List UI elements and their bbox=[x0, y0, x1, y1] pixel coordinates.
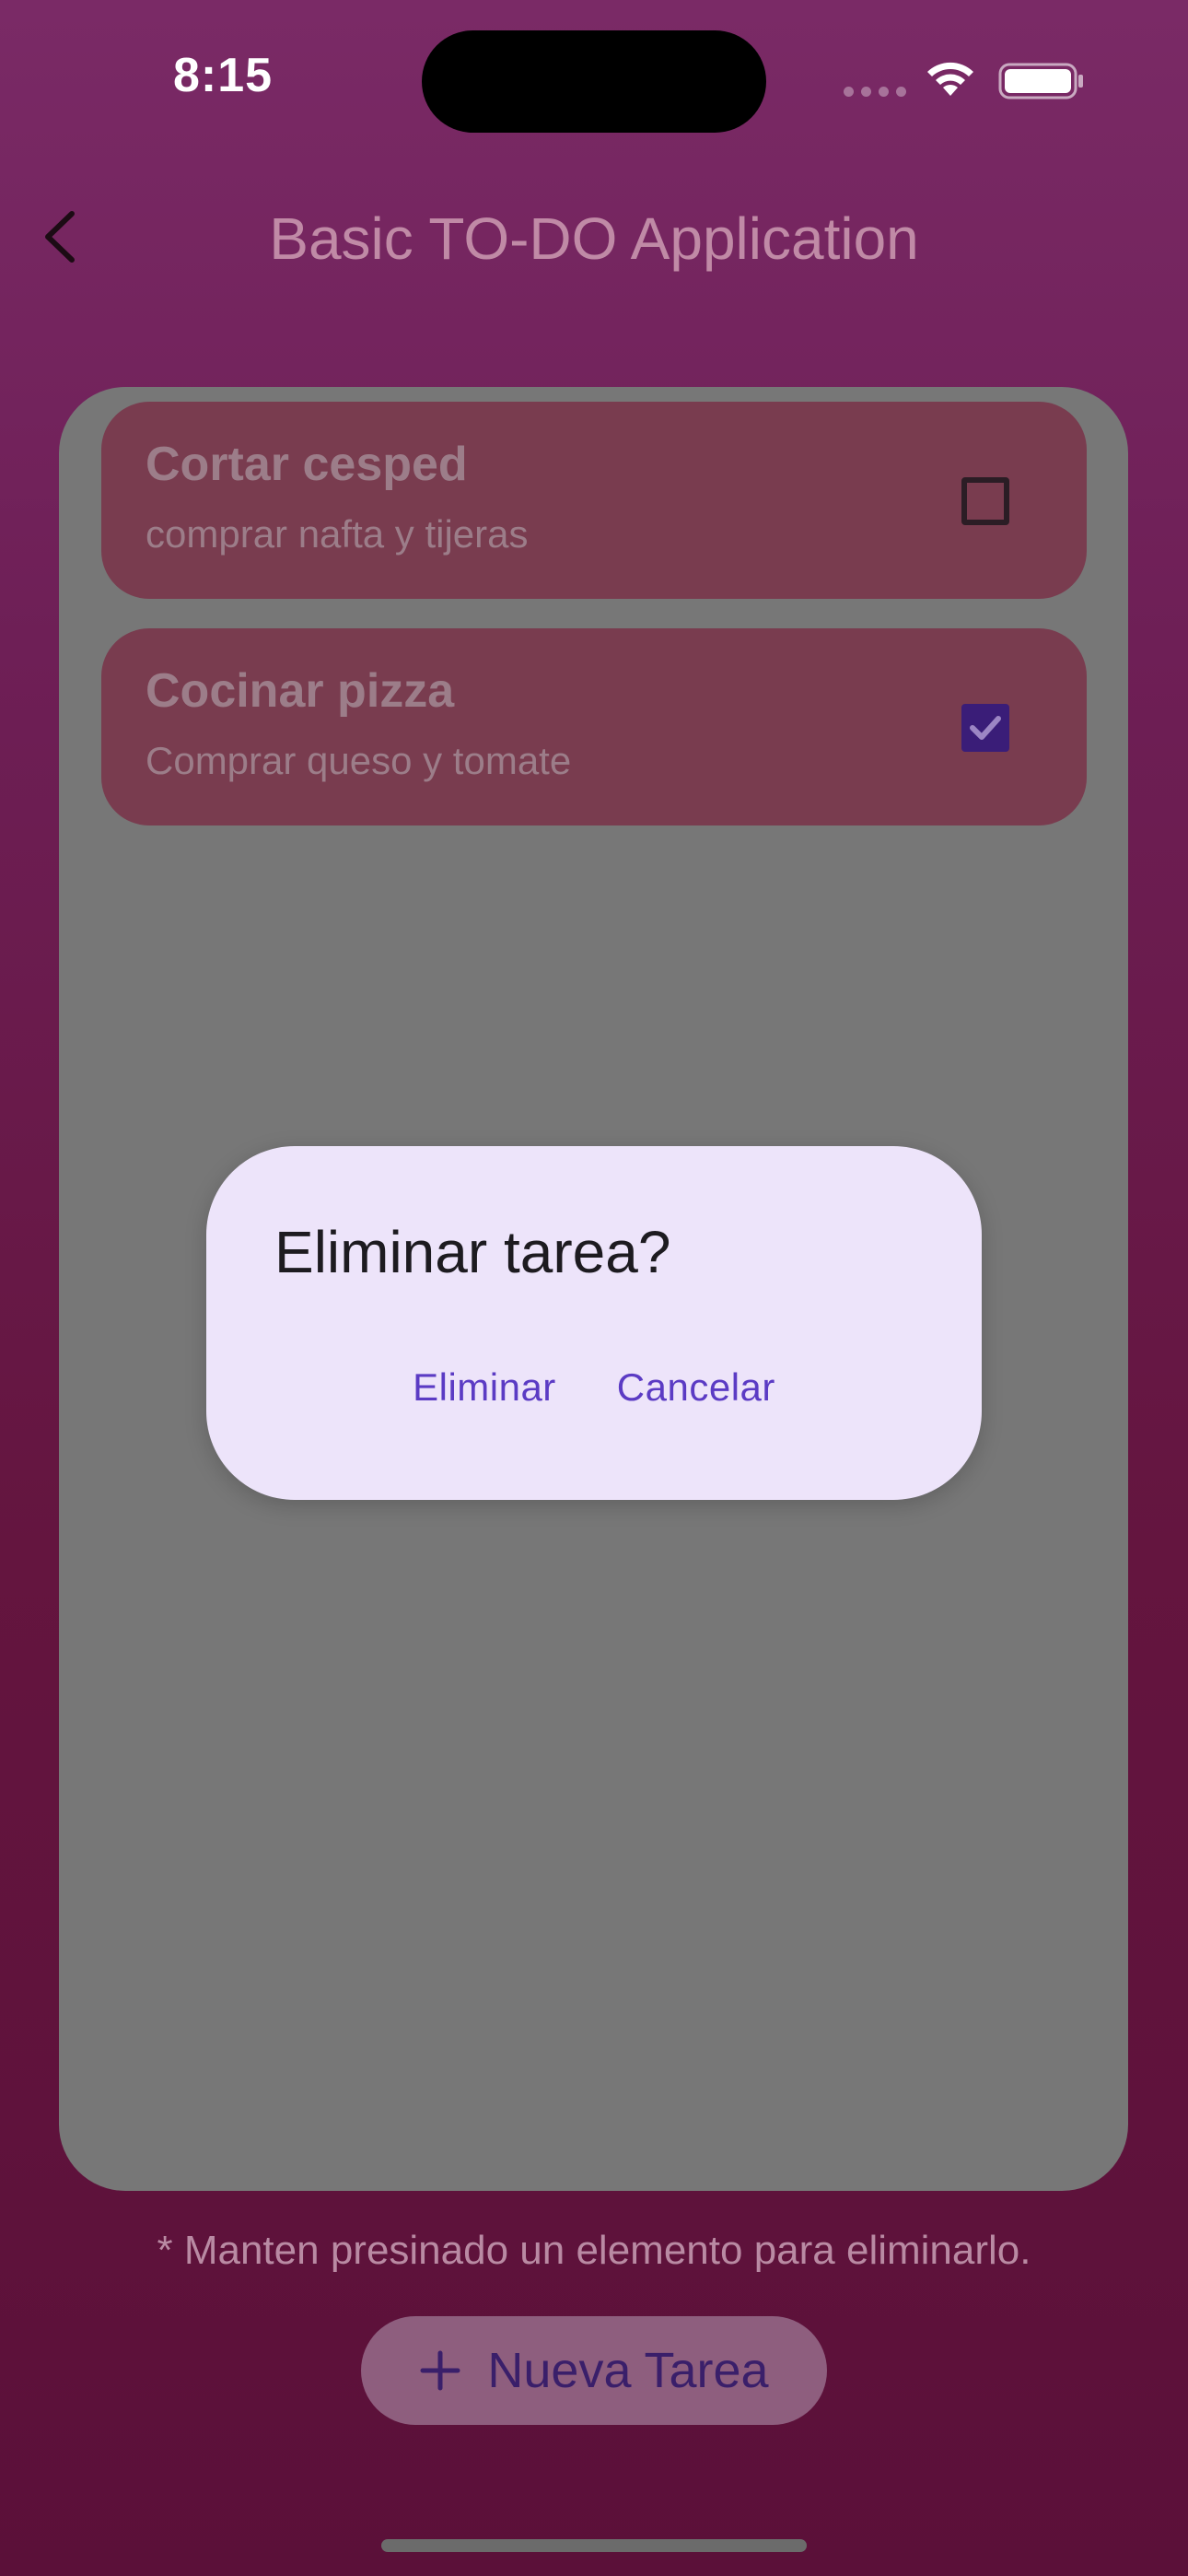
task-item[interactable]: Cocinar pizza Comprar queso y tomate bbox=[101, 628, 1087, 825]
app-screen: 8:15 Basic TO-DO Application Cortar cesp… bbox=[0, 0, 1188, 2576]
battery-icon bbox=[998, 63, 1083, 100]
task-description: comprar nafta y tijeras bbox=[146, 512, 529, 556]
delete-button[interactable]: Eliminar bbox=[413, 1365, 556, 1410]
home-indicator bbox=[381, 2539, 807, 2552]
hint-text: * Manten presinado un elemento para elim… bbox=[157, 2228, 1031, 2273]
new-task-label: Nueva Tarea bbox=[487, 2343, 769, 2398]
cellular-signal-icon bbox=[844, 87, 906, 98]
check-icon bbox=[970, 716, 1001, 740]
cancel-button[interactable]: Cancelar bbox=[617, 1365, 775, 1410]
task-checkbox[interactable] bbox=[961, 477, 1009, 525]
task-checkbox[interactable] bbox=[961, 704, 1009, 752]
task-title: Cocinar pizza bbox=[146, 664, 455, 718]
dynamic-island bbox=[422, 30, 766, 133]
page-title: Basic TO-DO Application bbox=[269, 205, 919, 272]
plus-icon bbox=[420, 2350, 460, 2391]
status-time: 8:15 bbox=[173, 49, 274, 102]
task-title: Cortar cesped bbox=[146, 438, 468, 491]
task-item[interactable]: Cortar cesped comprar nafta y tijeras bbox=[101, 402, 1087, 599]
task-description: Comprar queso y tomate bbox=[146, 739, 572, 782]
wifi-icon bbox=[927, 62, 973, 96]
new-task-button[interactable]: Nueva Tarea bbox=[361, 2316, 827, 2425]
dialog-title: Eliminar tarea? bbox=[274, 1219, 671, 1285]
delete-dialog: Eliminar tarea? Eliminar Cancelar bbox=[206, 1146, 982, 1500]
dialog-actions: Eliminar Cancelar bbox=[206, 1365, 982, 1410]
